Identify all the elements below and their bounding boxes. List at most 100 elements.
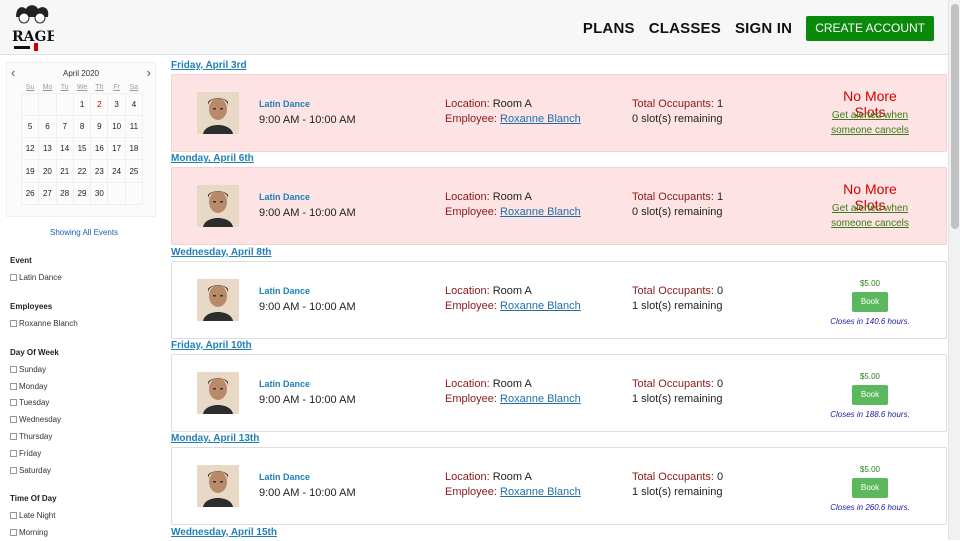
employee-info: Employee: Roxanne Blanch (445, 300, 581, 312)
occupants-value: 0 (717, 284, 724, 297)
showing-all-events-link[interactable]: Showing All Events (50, 228, 118, 237)
calendar-day[interactable]: 26 (20, 181, 40, 205)
checkbox[interactable] (10, 399, 17, 407)
calendar-day[interactable]: 22 (72, 159, 92, 183)
class-name[interactable]: Latin Dance (259, 472, 310, 482)
get-alerted-link[interactable]: Get alerted when someone cancels (822, 108, 918, 138)
calendar-day[interactable]: 21 (55, 159, 74, 183)
class-name[interactable]: Latin Dance (259, 286, 310, 296)
day-heading[interactable]: Friday, April 10th (171, 340, 252, 351)
checkbox[interactable] (10, 433, 17, 441)
checkbox[interactable] (10, 273, 17, 281)
instructor-photo (197, 92, 239, 134)
checkbox[interactable] (10, 382, 17, 390)
calendar-day[interactable]: 30 (90, 181, 109, 205)
calendar-day[interactable]: 12 (20, 137, 40, 161)
checkbox[interactable] (10, 416, 17, 424)
filter-option[interactable]: Morning (10, 524, 57, 541)
calendar-day[interactable]: 3 (107, 92, 126, 116)
occupants-label: Total Occupants: (632, 284, 714, 297)
calendar-day[interactable]: 2 (90, 92, 109, 116)
filter-option[interactable]: Roxanne Blanch (10, 315, 78, 332)
checkbox[interactable] (10, 466, 17, 474)
employee-link[interactable]: Roxanne Blanch (500, 486, 581, 498)
day-heading[interactable]: Wednesday, April 8th (171, 247, 271, 258)
class-name[interactable]: Latin Dance (259, 379, 310, 389)
page-scrollbar[interactable] (948, 0, 960, 540)
nav-plans[interactable]: PLANS (583, 20, 635, 37)
book-button[interactable]: Book (852, 478, 888, 499)
checkbox[interactable] (10, 319, 17, 327)
calendar-day[interactable]: 7 (55, 114, 74, 139)
day-heading[interactable]: Friday, April 3rd (171, 60, 247, 71)
calendar-day[interactable]: 23 (90, 159, 109, 183)
filter-option[interactable]: Late Night (10, 507, 57, 524)
calendar-day[interactable]: 6 (38, 114, 57, 139)
filter-option-label: Sunday (19, 364, 47, 374)
day-heading[interactable]: Monday, April 13th (171, 433, 259, 444)
checkbox[interactable] (10, 528, 17, 536)
nav-sign-in[interactable]: SIGN IN (735, 20, 792, 37)
employee-link[interactable]: Roxanne Blanch (500, 300, 581, 312)
calendar-day[interactable]: 11 (124, 114, 144, 139)
book-button[interactable]: Book (852, 384, 888, 405)
calendar-day[interactable]: 14 (55, 137, 74, 161)
class-name[interactable]: Latin Dance (259, 192, 310, 202)
calendar-day[interactable]: 16 (90, 137, 109, 161)
calendar-day[interactable]: 5 (20, 114, 40, 139)
calendar-day[interactable]: 24 (107, 159, 126, 183)
calendar-day (107, 181, 126, 205)
occupants-info: Total Occupants: 1 (632, 98, 723, 110)
filter-option[interactable]: Sunday (10, 361, 61, 378)
filter-option[interactable]: Latin Dance (10, 269, 62, 286)
chevron-right-icon[interactable]: › (147, 65, 151, 80)
calendar-day[interactable]: 19 (20, 159, 40, 183)
weekday-header: Mo (42, 84, 53, 92)
filter-option[interactable]: Tuesday (10, 395, 61, 412)
calendar-day[interactable]: 15 (72, 137, 92, 161)
filter-option-label: Roxanne Blanch (19, 318, 78, 328)
location-value: Room A (492, 98, 532, 110)
calendar-day[interactable]: 13 (38, 137, 57, 161)
day-heading[interactable]: Monday, April 6th (171, 153, 254, 164)
employee-label: Employee: (445, 113, 497, 125)
create-account-button[interactable]: CREATE ACCOUNT (806, 16, 934, 41)
checkbox[interactable] (10, 365, 17, 373)
calendar-grid: Su Mo Tu We Th Fr Sa 1 2 3 4 5 6 7 8 9 10 11 12 13 14 15 16 17… (20, 83, 144, 205)
employee-link[interactable]: Roxanne Blanch (500, 206, 581, 218)
filter-option[interactable]: Friday (10, 445, 61, 462)
employee-link[interactable]: Roxanne Blanch (500, 393, 581, 405)
employee-link[interactable]: Roxanne Blanch (500, 113, 581, 125)
weekday-header: Tu (60, 84, 69, 92)
class-name[interactable]: Latin Dance (259, 99, 310, 109)
scrollbar-thumb[interactable] (951, 4, 959, 229)
get-alerted-link[interactable]: Get alerted when someone cancels (822, 201, 918, 231)
calendar-day[interactable]: 20 (38, 159, 57, 183)
filter-option-label: Wednesday (19, 415, 62, 425)
filter-option[interactable]: Wednesday (10, 411, 61, 428)
calendar-day[interactable]: 27 (38, 181, 57, 205)
calendar-day[interactable]: 28 (55, 181, 74, 205)
calendar-day[interactable]: 17 (107, 137, 126, 161)
calendar-day[interactable]: 10 (107, 114, 126, 139)
filter-option[interactable]: Saturday (10, 462, 61, 479)
filter-option-label: Morning (19, 527, 48, 537)
nav-classes[interactable]: CLASSES (649, 20, 721, 37)
book-button[interactable]: Book (852, 291, 888, 312)
calendar-day[interactable]: 4 (124, 92, 144, 116)
calendar-day[interactable]: 29 (72, 181, 92, 205)
alert-line: someone cancels (831, 218, 909, 230)
calendar-day[interactable]: 18 (124, 137, 144, 161)
calendar-day[interactable]: 25 (124, 159, 144, 183)
calendar-day[interactable]: 1 (72, 92, 92, 116)
filter-option[interactable]: Thursday (10, 428, 61, 445)
calendar-day[interactable]: 8 (72, 114, 92, 139)
location-label: Location: (445, 191, 490, 204)
checkbox[interactable] (10, 449, 17, 457)
day-heading[interactable]: Wednesday, April 15th (171, 527, 277, 538)
checkbox[interactable] (10, 511, 17, 519)
filter-option[interactable]: Monday (10, 378, 61, 395)
rage-logo[interactable]: RAGE (10, 3, 54, 53)
top-header: RAGE PLANS CLASSES SIGN IN CREATE ACCOUN… (0, 0, 948, 55)
calendar-day[interactable]: 9 (90, 114, 109, 139)
